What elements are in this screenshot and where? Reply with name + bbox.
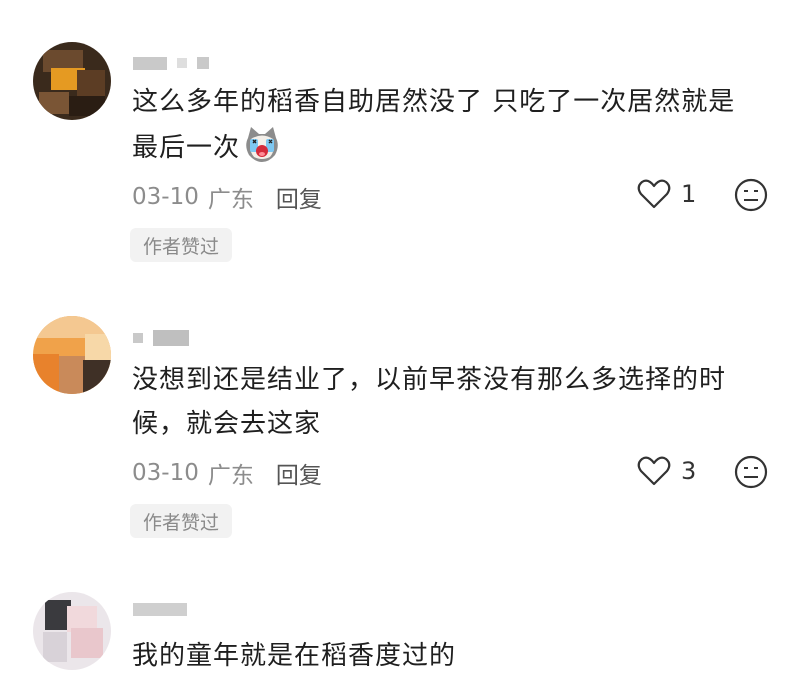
author-liked-badge: 作者赞过 xyxy=(130,228,233,262)
comment-location: 广东 xyxy=(207,463,254,489)
emoji-face-icon[interactable] xyxy=(733,177,769,213)
like-count: 1 xyxy=(681,180,697,208)
like-button[interactable]: 3 xyxy=(637,455,696,487)
reply-button[interactable]: 回复 xyxy=(276,456,322,490)
comment-date: 03-10 xyxy=(132,460,199,486)
heart-icon xyxy=(637,179,671,209)
comment-text: 这么多年的稻香自助居然没了 只吃了一次居然就是 最后一次 xyxy=(132,87,736,163)
author-liked-badge: 作者赞过 xyxy=(130,504,233,538)
crying-cat-emoji-icon xyxy=(246,127,278,162)
username-blurred[interactable] xyxy=(133,329,189,347)
like-count: 3 xyxy=(681,457,697,485)
emoji-face-icon[interactable] xyxy=(733,454,769,490)
reply-button[interactable]: 回复 xyxy=(276,180,322,214)
comment-text: 没想到还是结业了，以前早茶没有那么多选择的时 候，就会去这家 xyxy=(132,365,727,439)
comment-date: 03-10 xyxy=(132,184,199,210)
comment-meta: 03-10 广东 回复 xyxy=(132,456,322,490)
comment-text: 我的童年就是在稻香度过的 xyxy=(132,641,457,671)
avatar[interactable] xyxy=(33,592,111,670)
comment-meta: 03-10 广东 回复 xyxy=(132,180,322,214)
avatar[interactable] xyxy=(33,316,111,394)
heart-icon xyxy=(637,456,671,486)
avatar[interactable] xyxy=(33,42,111,120)
username-blurred[interactable] xyxy=(133,54,209,72)
comment-location: 广东 xyxy=(207,187,254,213)
username-blurred[interactable] xyxy=(133,600,187,618)
like-button[interactable]: 1 xyxy=(637,178,696,210)
